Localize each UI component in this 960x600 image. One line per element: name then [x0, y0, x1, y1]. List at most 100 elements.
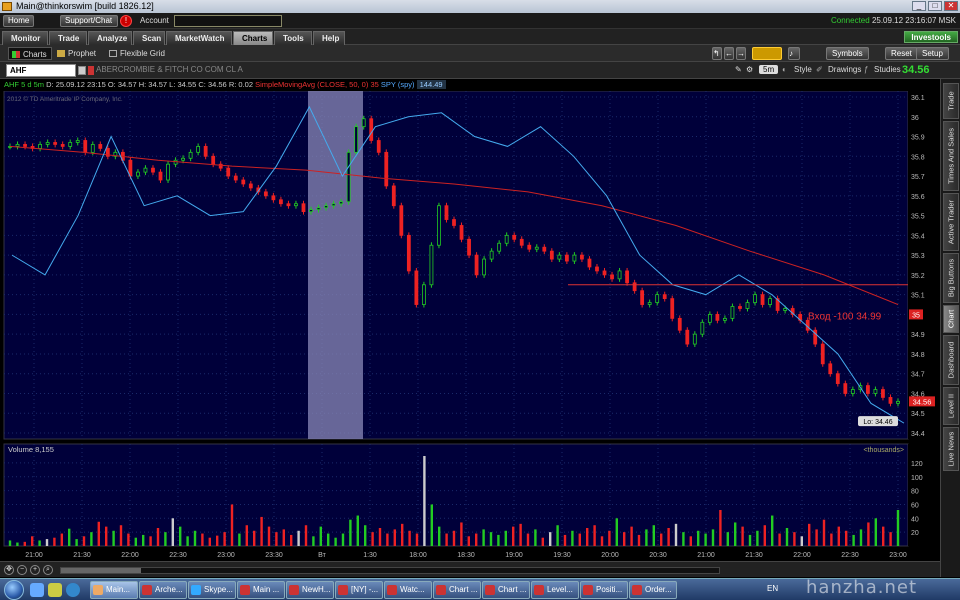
side-tab-active-trader[interactable]: Active Trader: [943, 193, 959, 251]
side-tab-level-ii[interactable]: Level II: [943, 387, 959, 425]
support-chat-button[interactable]: Support/Chat: [60, 15, 118, 27]
reset-button[interactable]: Reset: [885, 47, 918, 60]
info-close: C: 34.56: [198, 80, 227, 89]
symbol-input[interactable]: AHF: [6, 64, 76, 77]
time-tick-label: 21:00: [25, 552, 43, 559]
side-tab-times-sales[interactable]: Times And Sales: [943, 121, 959, 191]
taskbar-item[interactable]: [NY] -...: [335, 581, 383, 599]
language-indicator[interactable]: EN: [767, 584, 778, 593]
volume-bar: [245, 525, 248, 546]
info-spy[interactable]: SPY (spy): [381, 80, 415, 89]
volume-bar: [763, 525, 766, 546]
volume-tick-label: 40: [911, 516, 919, 523]
zoom-in-icon[interactable]: +: [30, 565, 40, 575]
timeframe-selector[interactable]: 5m: [759, 65, 779, 74]
studies-menu[interactable]: Studies: [874, 65, 901, 74]
tab-marketwatch[interactable]: MarketWatch: [166, 31, 232, 45]
symbols-button[interactable]: Symbols: [826, 47, 869, 60]
setup-button[interactable]: Setup: [916, 47, 949, 60]
horizontal-scrollbar[interactable]: [60, 567, 720, 574]
price-tag-label: 34.56: [913, 397, 932, 406]
tab-tools[interactable]: Tools: [274, 31, 312, 45]
candle-body: [587, 258, 592, 268]
link-color-icon[interactable]: [88, 66, 94, 75]
taskbar-item[interactable]: Main...: [90, 581, 138, 599]
volume-bar: [867, 522, 870, 546]
explorer-icon[interactable]: [30, 583, 44, 597]
price-chart[interactable]: 36.1 36 35.9 35.8 35.7 35.6 35.5 35.4 35.3 35.2 35…: [0, 91, 940, 561]
zoom-out-icon[interactable]: −: [17, 565, 27, 575]
pan-icon[interactable]: ✥: [4, 565, 14, 575]
close-button[interactable]: ✕: [944, 1, 958, 11]
volume-bar: [541, 537, 544, 546]
link-icon[interactable]: ↰: [712, 47, 722, 60]
account-selector[interactable]: [174, 15, 282, 27]
side-tab-live-news[interactable]: Live News: [943, 427, 959, 471]
tools-icon[interactable]: ✎: [735, 65, 742, 74]
bell-icon[interactable]: ♪: [788, 47, 800, 60]
folder-icon[interactable]: [48, 583, 62, 597]
taskbar-item[interactable]: Chart ...: [433, 581, 481, 599]
magnifier-icon[interactable]: ⌕: [43, 565, 53, 575]
drawings-menu[interactable]: Drawings: [828, 65, 861, 74]
tab-monitor[interactable]: Monitor: [2, 31, 48, 45]
subtab-prophet[interactable]: Prophet: [54, 47, 100, 60]
start-button[interactable]: [4, 580, 24, 600]
taskbar-item[interactable]: Order...: [629, 581, 677, 599]
side-tab-trade[interactable]: Trade: [943, 83, 959, 119]
side-tab-chart[interactable]: Chart: [943, 305, 959, 333]
tab-charts[interactable]: Charts: [233, 31, 273, 45]
volume-bar: [423, 456, 426, 546]
grid-layout-icon[interactable]: [752, 47, 782, 60]
volume-bar: [512, 526, 515, 546]
volume-bar: [386, 533, 389, 546]
alert-icon[interactable]: !: [120, 15, 132, 27]
volume-bar: [156, 528, 160, 546]
side-tab-big-buttons[interactable]: Big Buttons: [943, 253, 959, 303]
candle-body: [188, 151, 193, 159]
settings-icon[interactable]: ⚙: [746, 65, 753, 74]
subtab-flexible-grid[interactable]: Flexible Grid: [106, 47, 169, 60]
taskbar-item[interactable]: Arche...: [139, 581, 187, 599]
time-tick-label: 18:00: [409, 552, 427, 559]
taskbar-item[interactable]: Main ...: [237, 581, 285, 599]
forward-icon[interactable]: →: [736, 47, 746, 60]
candle-body: [564, 254, 569, 262]
volume-bar: [637, 534, 641, 546]
style-menu[interactable]: Style: [794, 65, 812, 74]
info-sma[interactable]: SimpleMovingAvg (CLOSE, 50, 0): [255, 80, 368, 89]
tab-scan[interactable]: Scan: [133, 31, 165, 45]
maximize-button[interactable]: □: [928, 1, 942, 11]
candle-body: [158, 171, 163, 181]
scroll-thumb[interactable]: [61, 568, 141, 573]
volume-bar: [748, 534, 752, 546]
home-button[interactable]: Home: [3, 15, 35, 27]
side-tab-dashboard[interactable]: Dashboard: [943, 335, 959, 385]
candle-body: [136, 171, 140, 177]
tab-trade[interactable]: Trade: [49, 31, 87, 45]
time-tick-label: 21:00: [697, 552, 715, 559]
taskbar-item-label: Chart ...: [498, 585, 527, 594]
investools-button[interactable]: Investools: [904, 31, 958, 43]
taskbar-item[interactable]: Watc...: [384, 581, 432, 599]
candle-body: [677, 317, 682, 331]
candle-body: [542, 246, 547, 252]
taskbar-item[interactable]: Chart ...: [482, 581, 530, 599]
volume-bar: [142, 534, 145, 546]
style-icon: ◐: [782, 65, 787, 74]
taskbar-item[interactable]: NewH...: [286, 581, 334, 599]
taskbar-item[interactable]: Level...: [531, 581, 579, 599]
tab-help[interactable]: Help: [313, 31, 345, 45]
subtab-charts[interactable]: Charts: [8, 47, 52, 60]
ie-icon[interactable]: [66, 583, 80, 597]
taskbar-item[interactable]: Positi...: [580, 581, 628, 599]
volume-bar: [371, 532, 374, 546]
candle-body: [580, 254, 584, 260]
tab-analyze[interactable]: Analyze: [88, 31, 132, 45]
back-icon[interactable]: ←: [724, 47, 734, 60]
copyright-text: 2012 © TD Ameritrade IP Company, Inc.: [7, 95, 123, 103]
minimize-button[interactable]: _: [912, 1, 926, 11]
chart-navigation: ✥ − + ⌕: [0, 561, 940, 577]
taskbar-item[interactable]: Skype...: [188, 581, 236, 599]
symbol-dropdown-icon[interactable]: [78, 66, 86, 75]
